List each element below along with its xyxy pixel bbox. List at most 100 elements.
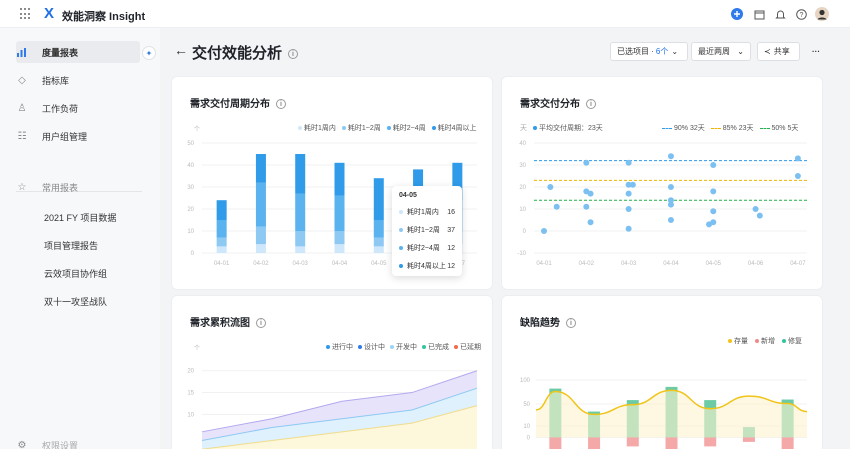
project-selector-label: 已选项目 · xyxy=(617,47,654,56)
app-grid-icon[interactable] xyxy=(20,8,32,20)
sidebar: 度量报表 ◇ 指标库 ♙ 工作负荷 ☷ 用户组管理 ☆ 常用报表 2021 FY… xyxy=(0,28,160,449)
calendar-icon[interactable] xyxy=(752,7,766,21)
star-icon: ☆ xyxy=(17,181,27,193)
y-tick-label: 10 xyxy=(519,207,526,213)
scatter-point xyxy=(794,155,801,162)
range-selector[interactable]: 最近两周 ⌄ xyxy=(691,42,751,61)
x-tick-label: 04-05 xyxy=(706,261,722,267)
bar-segment xyxy=(373,246,384,253)
bar-fixed xyxy=(665,437,678,449)
layers-icon: ◇ xyxy=(18,74,26,86)
delivery-scatter-chart: -10 0 10 20 30 40 04-01 04-02 04-03 04-04 04-05 04-… xyxy=(517,141,807,267)
starred-report-item[interactable]: 2021 FY 项目数据 xyxy=(44,211,116,224)
more-button[interactable]: ··· xyxy=(806,42,824,61)
y-tick-label: 10 xyxy=(523,424,530,430)
chevron-down-icon: ⌄ xyxy=(737,47,744,56)
sidebar-starred-label: 常用报表 xyxy=(42,182,79,193)
y-tick-label: 30 xyxy=(187,185,194,191)
tooltip-row: 耗时1~2周 37 xyxy=(399,225,455,235)
avatar[interactable] xyxy=(815,7,829,21)
scatter-point xyxy=(541,228,547,234)
card-defect-trend: 缺陷趋势 i 存量 新增 修复 100 50 10 0 xyxy=(501,295,823,449)
scatter-point xyxy=(667,217,674,223)
y-tick-label: 20 xyxy=(187,207,194,213)
scatter-point xyxy=(710,208,717,215)
scatter-point xyxy=(710,162,717,168)
y-tick-label: 40 xyxy=(519,141,526,147)
scatter-point xyxy=(794,173,801,179)
bar-fixed xyxy=(781,437,794,449)
sidebar-item-label: 权限设置 xyxy=(42,440,79,449)
bar-fixed xyxy=(588,437,601,449)
chevron-down-icon: ⌄ xyxy=(671,47,679,56)
sidebar-item-permissions[interactable]: ⚙ 权限设置 xyxy=(16,434,140,449)
y-tick-label: 0 xyxy=(523,229,527,235)
bar-fixed xyxy=(626,437,639,447)
help-icon[interactable]: ? xyxy=(794,7,808,21)
main-area: ← 交付效能分析 i 已选项目 · 6个 ⌄ 最近两周 ⌄ ≺ 共享 ··· 需求交付周… xyxy=(160,28,850,449)
tooltip-row: 耗时4周以上 12 xyxy=(399,261,455,271)
bar-segment xyxy=(373,178,384,220)
sidebar-item-metrics-report[interactable]: 度量报表 xyxy=(16,41,140,63)
sidebar-item-workload[interactable]: ♙ 工作负荷 xyxy=(16,97,140,119)
stock-area xyxy=(536,390,807,438)
svg-text:?: ? xyxy=(799,12,803,19)
sidebar-starred-header[interactable]: ☆ 常用报表 xyxy=(16,176,140,198)
bar-segment xyxy=(216,237,227,247)
cfd-area-chart: 个 20 15 10 xyxy=(187,345,478,449)
app-title: 效能洞察 Insight xyxy=(62,11,146,23)
scatter-point xyxy=(583,203,590,210)
bar-segment xyxy=(413,169,424,187)
x-tick-label: 04-06 xyxy=(748,261,764,267)
starred-report-item[interactable]: 双十一攻坚战队 xyxy=(44,295,107,308)
bar-fixed xyxy=(549,437,562,449)
sidebar-item-label: 度量报表 xyxy=(42,47,79,58)
bar-segment xyxy=(295,246,306,253)
top-bar: X 效能洞察 Insight ? xyxy=(0,0,850,28)
scatter-point xyxy=(547,184,554,190)
bar-segment xyxy=(255,226,266,245)
y-tick-label: 50 xyxy=(523,402,530,408)
bar-segment xyxy=(373,220,384,238)
bar-segment xyxy=(334,244,345,253)
y-tick-label: 0 xyxy=(191,251,195,257)
bar-segment xyxy=(216,246,227,253)
x-tick-label: 04-01 xyxy=(214,261,230,267)
card-cumulative-flow: 需求累积流图 i 进行中 设计中 开发中 已完成 已延期 个 20 15 10 xyxy=(171,295,493,449)
starred-report-item[interactable]: 项目管理报告 xyxy=(44,239,98,252)
sidebar-item-label: 工作负荷 xyxy=(42,103,79,114)
pin-icon[interactable]: ✦ xyxy=(142,46,156,60)
scatter-point xyxy=(667,184,674,190)
sidebar-item-indicator-library[interactable]: ◇ 指标库 xyxy=(16,69,140,91)
bar-segment xyxy=(295,193,306,231)
bar-segment xyxy=(373,237,384,247)
back-arrow-icon[interactable]: ← xyxy=(174,42,188,58)
bell-icon[interactable] xyxy=(773,7,787,21)
y-tick-label: 100 xyxy=(520,378,531,384)
tooltip-row: 耗时1周内 16 xyxy=(399,207,455,217)
plus-circle-icon[interactable] xyxy=(730,7,744,21)
sidebar-item-label: 指标库 xyxy=(42,75,70,86)
share-label: 共享 xyxy=(773,47,790,56)
y-tick-label: 50 xyxy=(187,141,194,147)
tooltip-row: 耗时2~4周 12 xyxy=(399,243,455,253)
bar-segment xyxy=(255,154,266,183)
info-icon[interactable]: i xyxy=(288,49,299,60)
scatter-point xyxy=(625,225,632,232)
sidebar-item-user-groups[interactable]: ☷ 用户组管理 xyxy=(16,125,140,147)
defect-trend-chart: 10050100 xyxy=(520,378,808,449)
x-tick-label: 04-05 xyxy=(371,261,387,267)
bar-chart-icon xyxy=(16,46,28,58)
scatter-point xyxy=(587,219,594,226)
scatter-point xyxy=(625,190,632,197)
bar-fixed xyxy=(704,437,717,447)
starred-report-item[interactable]: 云效项目协作组 xyxy=(44,267,107,280)
project-selector[interactable]: 已选项目 · 6个 ⌄ xyxy=(610,42,688,61)
x-tick-label: 04-04 xyxy=(332,261,348,267)
x-tick-label: 04-02 xyxy=(253,261,269,267)
people-icon: ♙ xyxy=(17,102,27,114)
share-button[interactable]: ≺ 共享 xyxy=(757,42,800,61)
bar-segment xyxy=(295,154,306,194)
scatter-point xyxy=(553,203,560,210)
card-delivery-distribution: 需求交付分布 i 天 平均交付周期：23天 90% 32天 85% 23天 50%… xyxy=(501,76,823,290)
